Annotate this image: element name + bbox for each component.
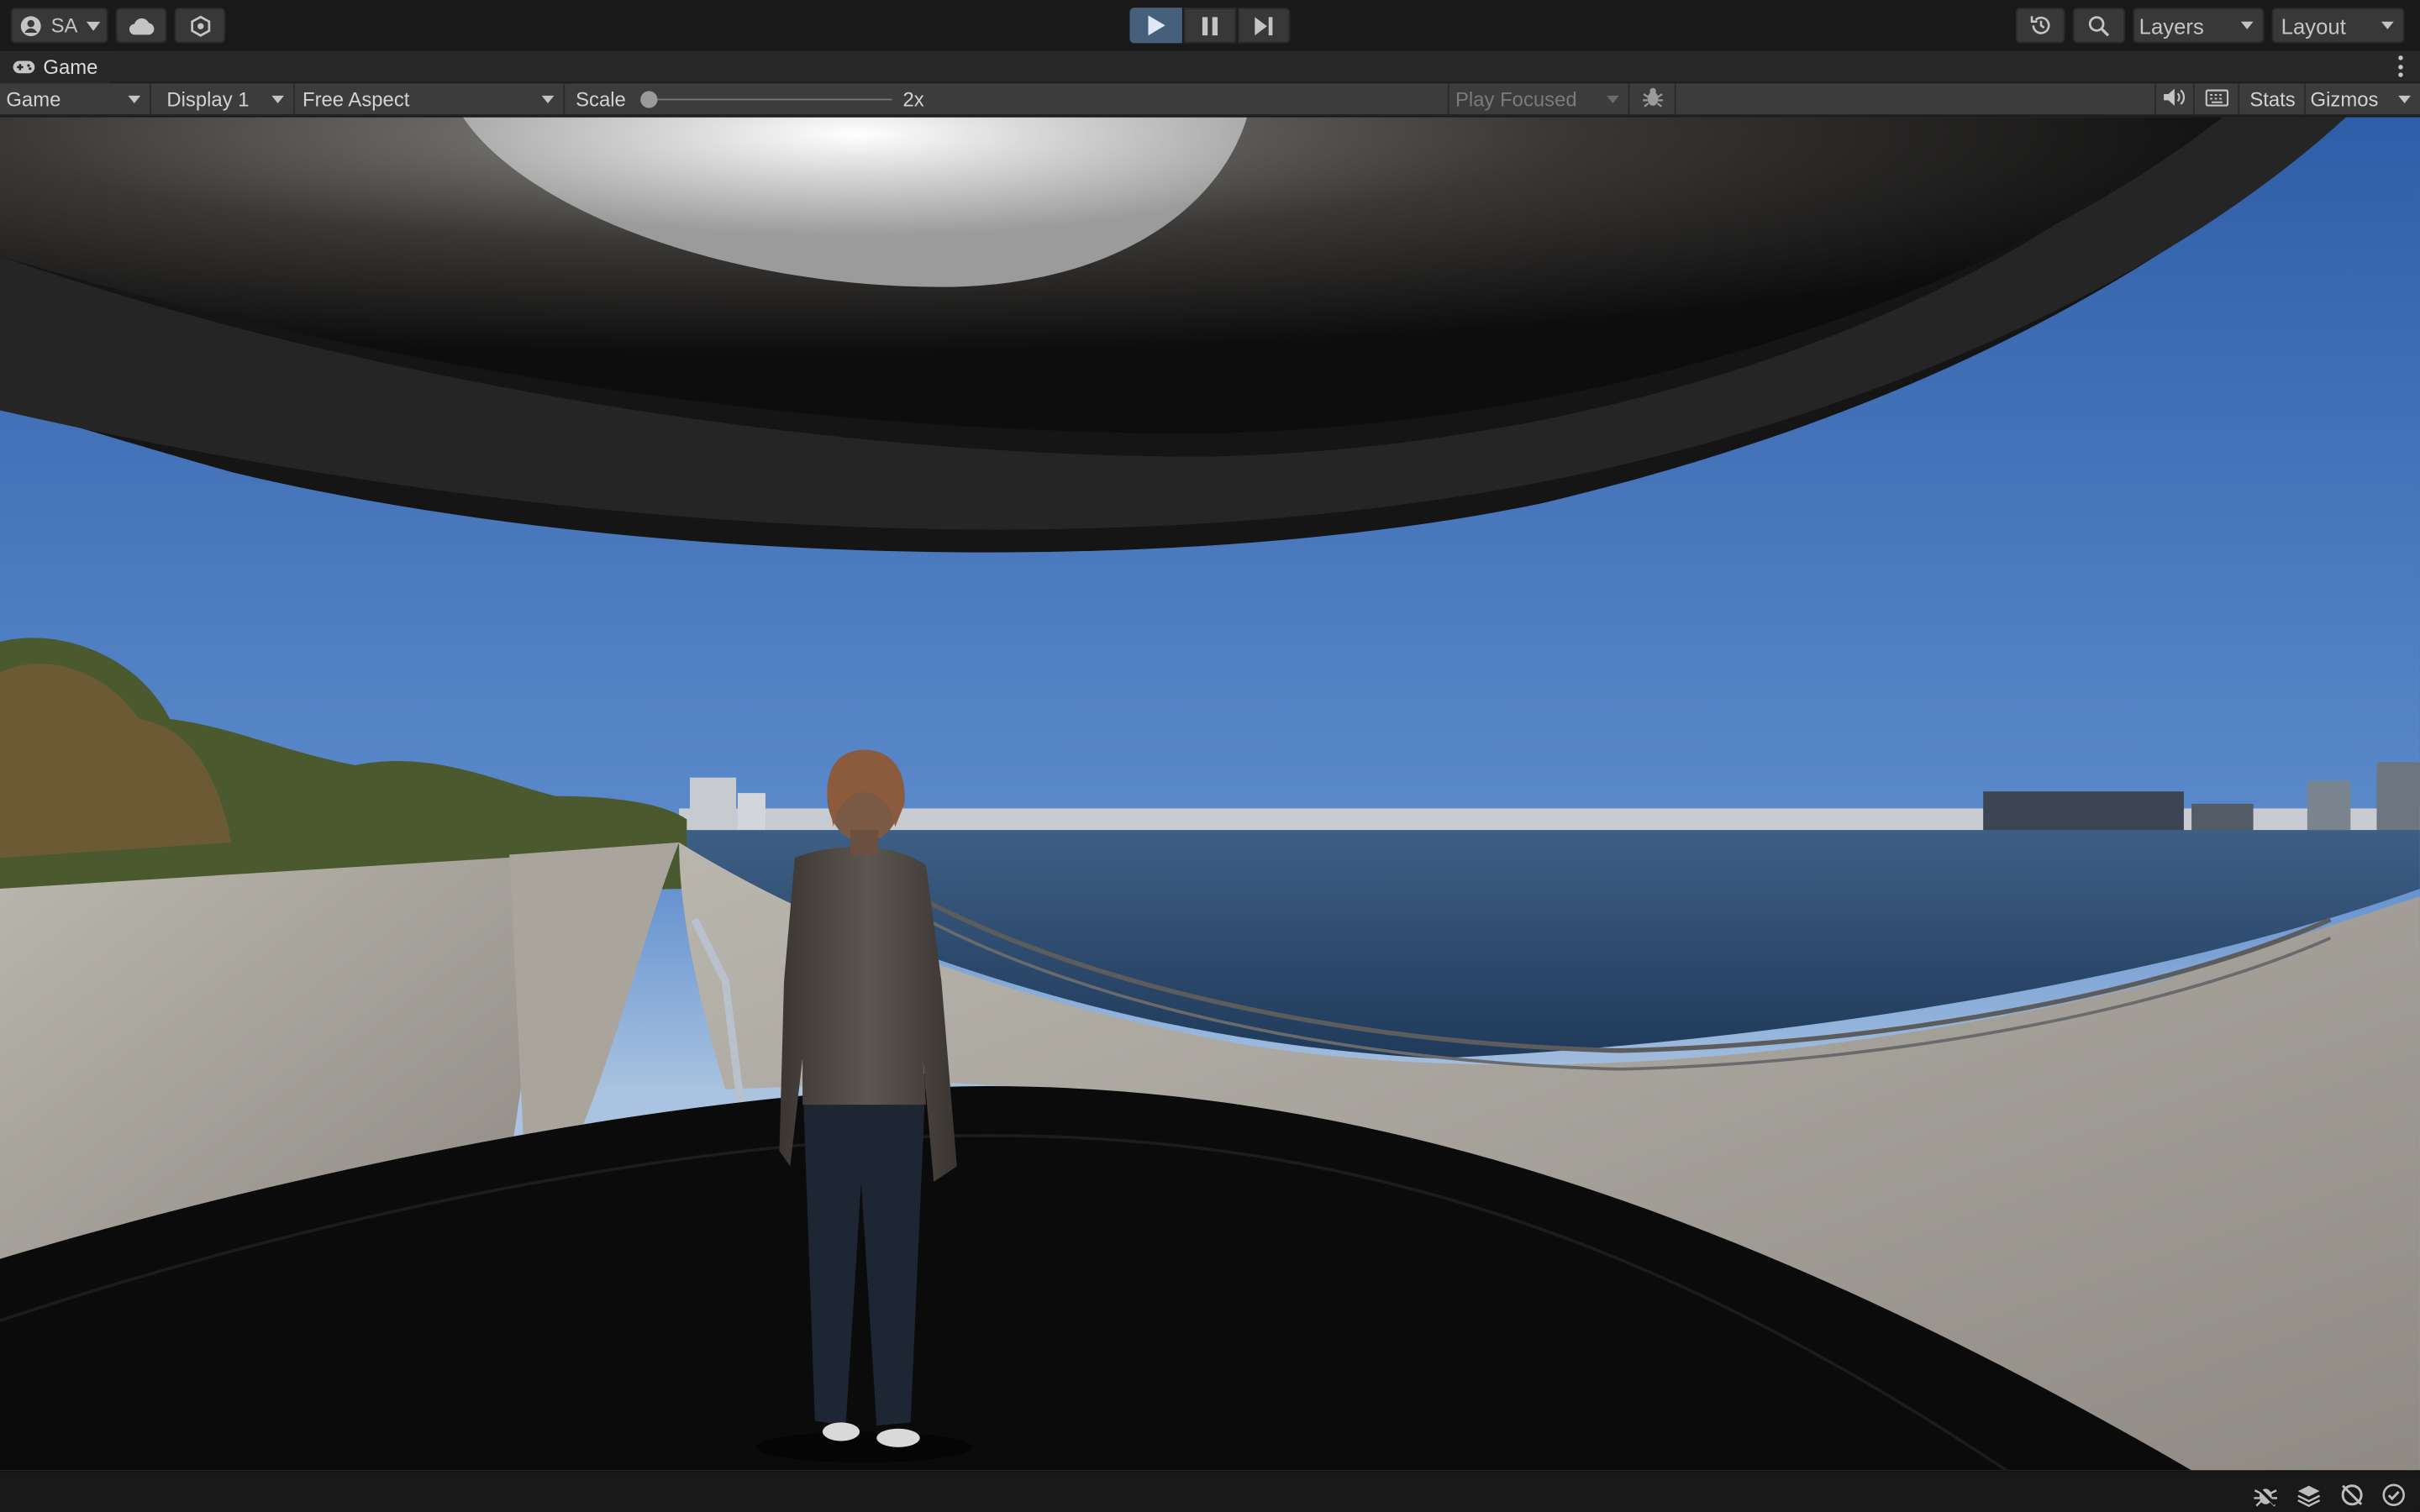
status-bar [0,1470,2420,1512]
chevron-down-icon [1607,95,1619,104]
search-button[interactable] [2072,8,2126,44]
play-mode-label: Play Focused [1455,87,1577,112]
cloud-icon [128,16,155,34]
stats-label: Stats [2249,87,2296,112]
stats-button[interactable]: Stats [2241,83,2307,116]
tab-bar: Game [0,50,2420,84]
layers-status-icon[interactable] [2296,1483,2321,1507]
display-dropdown[interactable]: Display 1 [153,83,295,116]
keyboard-icon [2205,88,2229,112]
gizmos-dropdown[interactable]: Gizmos [2307,83,2420,116]
layout-dropdown[interactable]: Layout [2271,8,2405,44]
chevron-down-icon [271,95,284,104]
check-icon[interactable] [2381,1483,2406,1507]
cloud-button[interactable] [115,8,167,44]
scale-slider-track[interactable] [648,98,892,101]
scale-value: 2x [902,87,924,112]
more-options-icon[interactable] [2398,55,2404,77]
audio-icon [2164,88,2186,112]
history-icon [2028,14,2052,38]
play-button[interactable] [1129,8,1182,44]
chevron-down-icon [541,95,555,104]
step-icon [1255,16,1273,35]
main-toolbar: SA Layers Layout [0,0,2420,51]
scale-slider-handle[interactable] [640,91,658,108]
collab-button[interactable] [174,8,226,44]
game-view-toolbar: Game Display 1 Free Aspect Scale 2x Play… [0,83,2420,116]
display-label: Display 1 [166,87,250,112]
chevron-down-icon [87,20,102,30]
account-label: SA [50,13,78,38]
scene-render [0,117,2420,1471]
mute-audio-button[interactable] [2154,83,2195,116]
chevron-down-icon [2240,21,2254,29]
undo-history-button[interactable] [2015,8,2065,44]
layers-label: Layers [2139,13,2204,38]
game-view-viewport[interactable] [0,117,2420,1471]
unity-editor: SA Layers Layout Game Game Display 1 Fre… [0,0,2420,1512]
layout-label: Layout [2281,13,2346,38]
gizmos-label: Gizmos [2310,87,2379,112]
scale-label: Scale [576,87,626,112]
play-mode-dropdown[interactable]: Play Focused [1447,83,1630,116]
pause-button[interactable] [1183,8,1237,44]
collab-icon [189,14,211,36]
layers-dropdown[interactable]: Layers [2133,8,2265,44]
chevron-down-icon [2398,95,2411,104]
search-icon [2088,14,2110,36]
aspect-dropdown[interactable]: Free Aspect [297,83,566,116]
aspect-label: Free Aspect [302,87,410,112]
progress-icon[interactable] [2339,1483,2364,1507]
view-mode-label: Game [6,87,61,112]
tab-title: Game [43,55,98,79]
keyboard-button[interactable] [2196,83,2240,116]
bug-icon [1642,87,1664,113]
tab-game[interactable]: Game [0,50,111,84]
account-dropdown[interactable]: SA [10,8,108,44]
scale-control: Scale 2x [566,83,1446,116]
pause-icon [1202,16,1218,35]
play-icon [1147,15,1165,36]
account-icon [20,14,42,36]
debug-icon[interactable] [2254,1483,2278,1507]
chevron-down-icon [2381,21,2394,29]
gamepad-icon [13,55,36,79]
frame-debugger-button[interactable] [1631,83,1676,116]
chevron-down-icon [128,95,141,104]
view-mode-dropdown[interactable]: Game [0,83,151,116]
step-button[interactable] [1238,8,1291,44]
